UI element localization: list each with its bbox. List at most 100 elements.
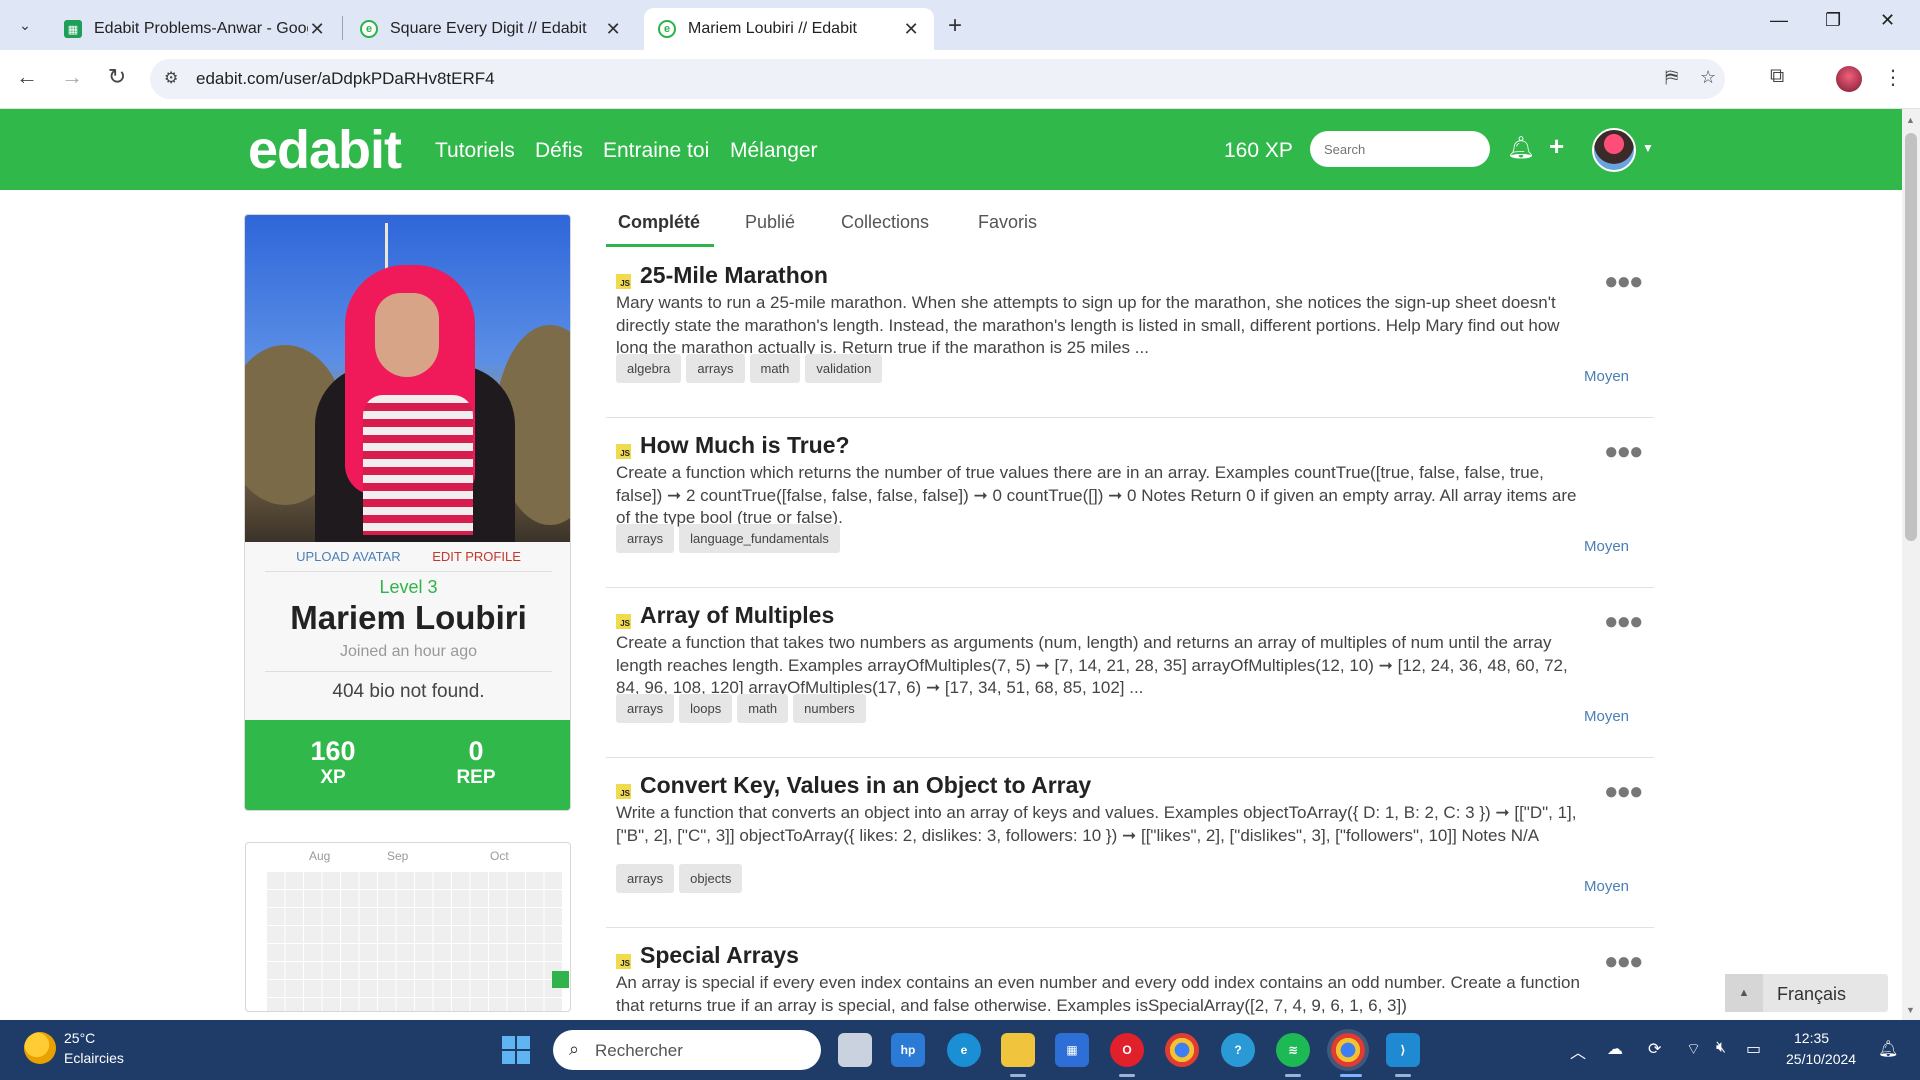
tray-chevron-icon[interactable]: ︿ xyxy=(1570,1039,1586,1063)
challenge-title[interactable]: Special Arrays xyxy=(640,942,799,969)
tab-close-icon[interactable]: ✕ xyxy=(902,19,920,40)
challenge-title[interactable]: Convert Key, Values in an Object to Arra… xyxy=(640,772,1091,799)
close-window-icon[interactable]: ✕ xyxy=(1880,10,1895,31)
tag[interactable]: arrays xyxy=(686,354,745,383)
nav-melanger[interactable]: Mélanger xyxy=(730,139,818,163)
new-tab-icon[interactable]: + xyxy=(948,12,962,40)
cloud-icon[interactable]: ☁ xyxy=(1607,1039,1623,1059)
challenge-item[interactable]: JS How Much is True? Create a function w… xyxy=(606,418,1654,588)
vscode-icon[interactable]: ⟩ xyxy=(1386,1033,1420,1067)
myhp-icon[interactable]: hp xyxy=(891,1033,925,1067)
notification-bell-icon[interactable]: 🔔︎ xyxy=(1878,1039,1898,1059)
taskbar-search-label[interactable]: Rechercher xyxy=(595,1041,683,1061)
tag[interactable]: arrays xyxy=(616,864,675,893)
tab-publie[interactable]: Publié xyxy=(745,212,795,233)
task-view-icon[interactable] xyxy=(838,1033,872,1067)
search-input[interactable] xyxy=(1310,131,1490,167)
tag[interactable]: math xyxy=(749,354,801,383)
tag[interactable]: arrays xyxy=(616,694,675,723)
tag[interactable]: language_fundamentals xyxy=(679,524,840,553)
clock-date[interactable]: 25/10/2024 xyxy=(1786,1051,1856,1067)
challenge-item[interactable]: JS Convert Key, Values in an Object to A… xyxy=(606,758,1654,928)
tag[interactable]: algebra xyxy=(616,354,682,383)
opera-icon[interactable]: O xyxy=(1110,1033,1144,1067)
language-label[interactable]: Français xyxy=(1777,984,1846,1005)
windows-start-icon[interactable] xyxy=(502,1036,530,1064)
tag[interactable]: validation xyxy=(805,354,883,383)
browser-profile-avatar[interactable] xyxy=(1836,66,1862,92)
tab-search-chevron-icon[interactable]: ⌄ xyxy=(10,10,40,40)
restore-icon[interactable]: ❐ xyxy=(1825,10,1841,31)
extensions-icon[interactable]: ⧉ xyxy=(1770,65,1784,88)
tag[interactable]: objects xyxy=(679,864,743,893)
browser-menu-icon[interactable]: ⋮ xyxy=(1883,65,1903,90)
chevron-up-icon[interactable]: ▲ xyxy=(1725,974,1763,1012)
tab-close-icon[interactable]: ✕ xyxy=(308,19,326,40)
challenge-item[interactable]: JS Array of Multiples Create a function … xyxy=(606,588,1654,758)
js-icon: JS xyxy=(616,614,631,629)
scroll-down-icon[interactable]: ▼ xyxy=(1906,1005,1915,1015)
edabit-logo[interactable]: edabit xyxy=(248,119,402,181)
forward-icon[interactable]: → xyxy=(57,64,87,90)
language-picker[interactable]: ▲ Français xyxy=(1725,974,1888,1012)
tab-complete[interactable]: Complété xyxy=(618,212,700,233)
scroll-up-icon[interactable]: ▲ xyxy=(1906,115,1915,125)
challenge-title[interactable]: Array of Multiples xyxy=(640,602,834,629)
page-scrollbar[interactable]: ▲ ▼ xyxy=(1902,109,1920,1020)
omnibox[interactable]: ⚙ edabit.com/user/aDdpkPDaRHv8tERF4 ⛿ ☆ xyxy=(150,59,1725,99)
translate-icon[interactable]: ⛿ xyxy=(1665,67,1678,88)
activity-cell[interactable] xyxy=(552,971,569,988)
challenge-title[interactable]: 25-Mile Marathon xyxy=(640,262,828,289)
file-explorer-icon[interactable] xyxy=(1001,1033,1035,1067)
nav-tutoriels[interactable]: Tutoriels xyxy=(435,139,515,163)
sync-icon[interactable]: ⟳ xyxy=(1648,1039,1661,1059)
tag[interactable]: loops xyxy=(679,694,733,723)
bell-icon[interactable]: 🔔︎ xyxy=(1507,135,1535,161)
clock-time[interactable]: 12:35 xyxy=(1794,1030,1829,1046)
reload-icon[interactable]: ↻ xyxy=(102,64,132,90)
challenge-title[interactable]: How Much is True? xyxy=(640,432,850,459)
store-icon[interactable]: ▦ xyxy=(1055,1033,1089,1067)
more-options-icon[interactable]: ●●● xyxy=(1604,778,1643,806)
tab-favoris[interactable]: Favoris xyxy=(978,212,1037,233)
edit-profile-link[interactable]: EDIT PROFILE xyxy=(432,549,521,564)
chrome-active-icon[interactable] xyxy=(1331,1033,1365,1067)
more-options-icon[interactable]: ●●● xyxy=(1604,438,1643,466)
back-icon[interactable]: ← xyxy=(12,64,42,90)
tag[interactable]: math xyxy=(737,694,789,723)
upload-avatar-link[interactable]: UPLOAD AVATAR xyxy=(296,549,401,564)
weather-icon[interactable] xyxy=(24,1032,56,1064)
tag[interactable]: arrays xyxy=(616,524,675,553)
taskbar-search[interactable]: ⌕ Rechercher xyxy=(553,1030,821,1070)
browser-tab-profile[interactable]: e Mariem Loubiri // Edabit ✕ xyxy=(644,8,934,50)
challenge-item[interactable]: JS Special Arrays An array is special if… xyxy=(606,928,1654,1020)
plus-icon[interactable]: + xyxy=(1549,131,1564,162)
more-options-icon[interactable]: ●●● xyxy=(1604,268,1643,296)
browser-tab-sheets[interactable]: ▦ Edabit Problems-Anwar - Goog ✕ xyxy=(50,8,340,50)
avatar[interactable] xyxy=(1592,128,1636,172)
minimize-icon[interactable]: — xyxy=(1770,10,1788,31)
browser-tab-square-every-digit[interactable]: e Square Every Digit // Edabit ✕ xyxy=(346,8,636,50)
weather-description[interactable]: Eclaircies xyxy=(64,1050,124,1066)
site-info-icon[interactable]: ⚙ xyxy=(164,68,178,88)
tab-collections[interactable]: Collections xyxy=(841,212,929,233)
help-icon[interactable]: ? xyxy=(1221,1033,1255,1067)
url-text[interactable]: edabit.com/user/aDdpkPDaRHv8tERF4 xyxy=(196,69,495,89)
weather-temperature[interactable]: 25°C xyxy=(64,1030,95,1046)
spotify-icon[interactable]: ≋ xyxy=(1276,1033,1310,1067)
challenge-item[interactable]: JS 25-Mile Marathon Mary wants to run a … xyxy=(606,248,1654,418)
bookmark-star-icon[interactable]: ☆ xyxy=(1700,67,1716,88)
volume-muted-icon[interactable]: 🔇︎ xyxy=(1716,1039,1726,1057)
tag[interactable]: numbers xyxy=(793,694,866,723)
more-options-icon[interactable]: ●●● xyxy=(1604,608,1643,636)
wifi-icon[interactable]: ⌔ xyxy=(1686,1039,1701,1059)
edge-icon[interactable]: e xyxy=(947,1033,981,1067)
chevron-down-icon[interactable]: ▼ xyxy=(1642,141,1654,155)
nav-defis[interactable]: Défis xyxy=(535,139,583,163)
chrome-icon[interactable] xyxy=(1165,1033,1199,1067)
battery-icon[interactable]: ▭ xyxy=(1746,1039,1761,1059)
scroll-thumb[interactable] xyxy=(1905,133,1917,541)
nav-entraine-toi[interactable]: Entraine toi xyxy=(603,139,709,163)
tab-close-icon[interactable]: ✕ xyxy=(604,19,622,40)
more-options-icon[interactable]: ●●● xyxy=(1604,948,1643,976)
